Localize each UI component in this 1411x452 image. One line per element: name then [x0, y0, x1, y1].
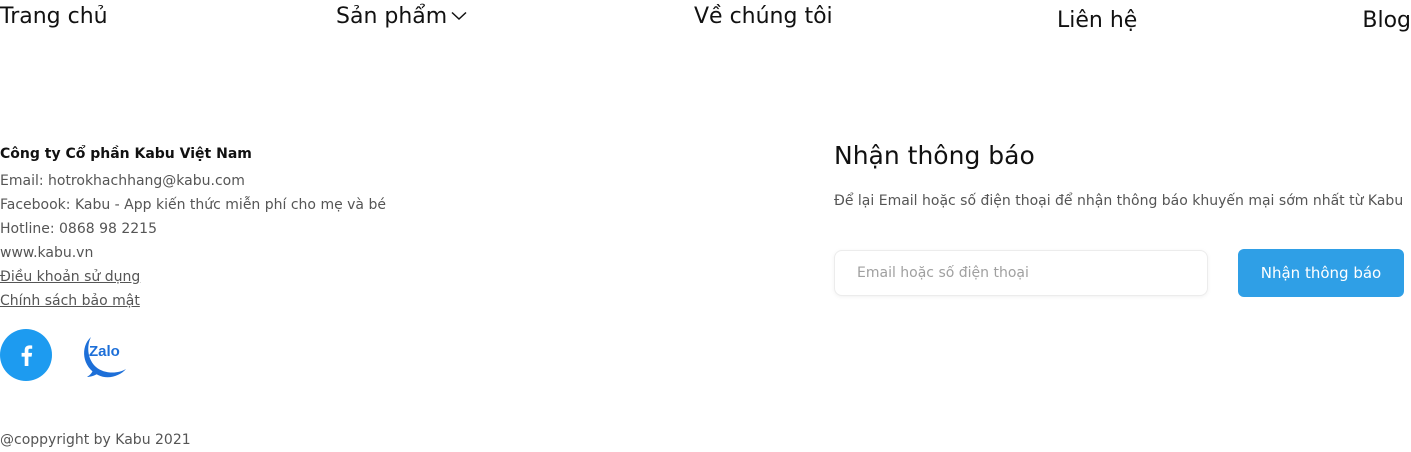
company-website: www.kabu.vn — [0, 245, 94, 261]
privacy-link[interactable]: Chính sách bảo mật — [0, 289, 140, 313]
facebook-link[interactable] — [0, 329, 52, 381]
newsletter-title: Nhận thông báo — [834, 141, 1035, 170]
chevron-down-icon — [451, 11, 467, 20]
nav-products-label: Sản phẩm — [336, 4, 448, 29]
newsletter-form: Nhận thông báo — [834, 249, 1404, 297]
nav-contact[interactable]: Liên hệ — [1057, 8, 1137, 33]
company-email: Email: hotrokhachhang@kabu.com — [0, 173, 245, 189]
company-hotline: Hotline: 0868 98 2215 — [0, 221, 157, 237]
subscribe-button[interactable]: Nhận thông báo — [1238, 249, 1404, 297]
company-name: Công ty Cổ phần Kabu Việt Nam — [0, 146, 252, 162]
nav-home[interactable]: Trang chủ — [0, 4, 108, 29]
zalo-icon-text: Zalo — [89, 343, 120, 360]
social-links: Zalo — [0, 329, 128, 381]
newsletter-description: Để lại Email hoặc số điện thoại để nhận … — [834, 193, 1404, 209]
newsletter-input[interactable] — [834, 250, 1208, 296]
company-facebook: Facebook: Kabu - App kiến thức miễn phí … — [0, 197, 386, 213]
terms-link[interactable]: Điều khoản sử dụng — [0, 265, 140, 289]
newsletter-section: Nhận thông báo Để lại Email hoặc số điện… — [834, 140, 1404, 297]
nav-about[interactable]: Về chúng tôi — [694, 4, 833, 29]
nav-blog[interactable]: Blog — [1362, 8, 1411, 33]
copyright: @coppyright by Kabu 2021 — [0, 432, 191, 448]
company-info: Công ty Cổ phần Kabu Việt Nam Email: hot… — [0, 145, 600, 313]
zalo-link[interactable]: Zalo — [76, 329, 128, 381]
zalo-icon: Zalo — [84, 337, 126, 378]
nav-products[interactable]: Sản phẩm — [336, 4, 467, 29]
facebook-icon — [0, 329, 52, 381]
